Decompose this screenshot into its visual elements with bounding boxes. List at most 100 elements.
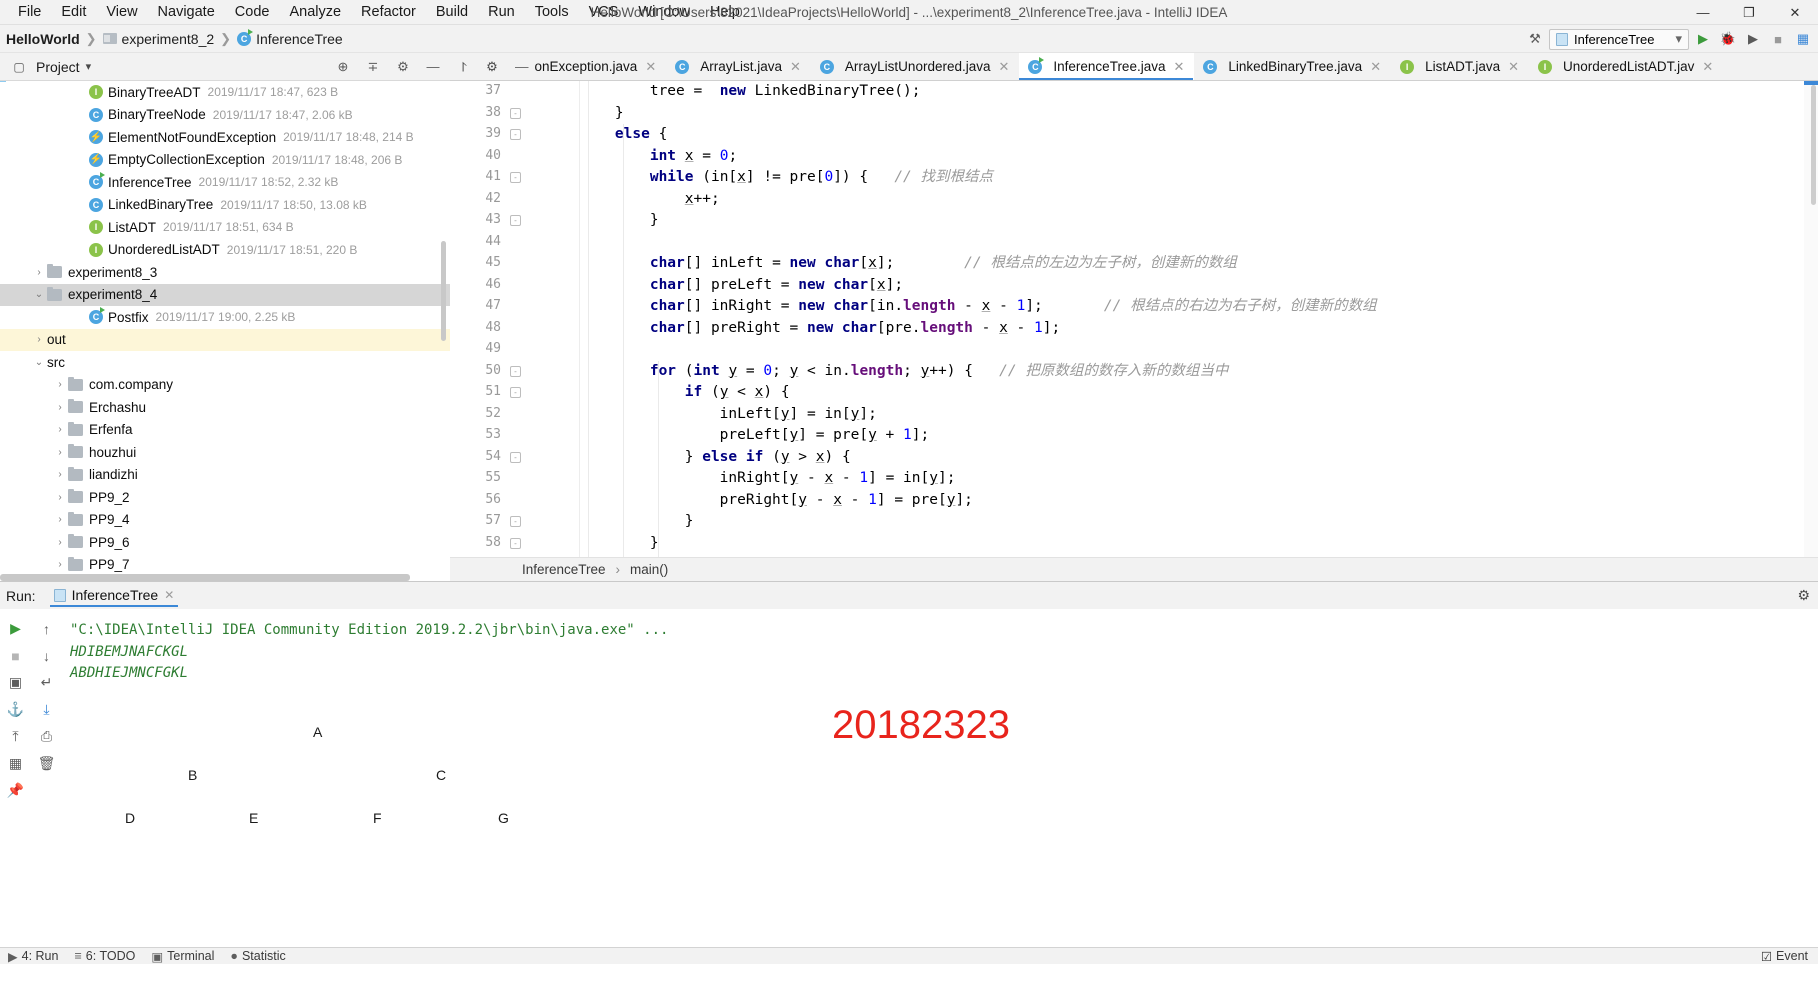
menu-item-help[interactable]: Help (700, 1, 750, 23)
menu-item-refactor[interactable]: Refactor (351, 1, 426, 23)
tree-row[interactable]: ⚡ EmptyCollectionException 2019/11/17 18:4… (0, 149, 450, 172)
tree-row[interactable]: › out (0, 328, 450, 351)
breadcrumb-class[interactable]: InferenceTree (522, 562, 606, 577)
fold-toggle-icon[interactable]: - (510, 172, 521, 183)
tree-row[interactable]: › PP9_7 (0, 554, 450, 577)
close-icon[interactable]: ✕ (1173, 59, 1184, 75)
tree-row[interactable]: I ListADT 2019/11/17 18:51, 634 B (0, 216, 450, 239)
pin-icon[interactable]: 📌 (0, 777, 31, 804)
status-bar-item[interactable]: ▶ 4: Run (8, 949, 58, 964)
tree-row[interactable]: ⌄ src (0, 351, 450, 374)
menu-item-build[interactable]: Build (426, 1, 478, 23)
menu-item-code[interactable]: Code (225, 1, 280, 23)
fold-toggle-icon[interactable]: - (510, 387, 521, 398)
project-panel-title[interactable]: Project (36, 59, 80, 75)
import-icon[interactable]: ⤒ (0, 723, 31, 750)
stop-icon[interactable]: ■ (1767, 28, 1789, 50)
tree-row[interactable]: › experiment8_3 (0, 261, 450, 284)
menu-item-tools[interactable]: Tools (525, 1, 579, 23)
tree-row[interactable]: › Erchashu (0, 396, 450, 419)
menu-item-analyze[interactable]: Analyze (279, 1, 351, 23)
locate-target-icon[interactable]: ⊕ (332, 56, 354, 78)
close-icon[interactable]: ✕ (1702, 59, 1713, 75)
scroll-up-icon[interactable]: ↑ (31, 615, 62, 642)
status-bar-item[interactable]: ● Statistic (230, 949, 285, 963)
tree-row[interactable]: › Erfenfa (0, 419, 450, 442)
chevron-right-icon[interactable]: › (52, 537, 68, 548)
tree-row[interactable]: C LinkedBinaryTree 2019/11/17 18:50, 13.08… (0, 194, 450, 217)
rerun-icon[interactable]: ▶ (0, 615, 31, 642)
chevron-right-icon[interactable]: › (52, 402, 68, 413)
minimize-button[interactable]: — (1680, 0, 1726, 25)
fold-toggle-icon[interactable]: - (510, 537, 521, 549)
run-tab-inferencetree[interactable]: InferenceTree ✕ (46, 584, 183, 607)
editor-gutter[interactable]: 37 38-39-40 41-42 43-44 45 46 47 48 49 50-51-52 53… (450, 81, 580, 557)
editor-tab[interactable]: I UnorderedListADT.jav ✕ (1529, 53, 1723, 80)
fold-toggle-icon[interactable]: - (510, 451, 521, 463)
tree-row[interactable]: I UnorderedListADT 2019/11/17 18:51, 220 B (0, 239, 450, 262)
close-icon[interactable]: ✕ (1508, 59, 1519, 75)
debug-icon[interactable]: 🐞 (1717, 28, 1739, 50)
gear-icon[interactable]: ⚙ (1797, 587, 1810, 604)
breadcrumb-folder[interactable]: experiment8_2 (102, 31, 214, 47)
close-icon[interactable]: ✕ (1370, 59, 1381, 75)
print-icon[interactable]: ⎙ (31, 723, 62, 750)
status-bar-item[interactable]: ≡ 6: TODO (74, 949, 135, 963)
tree-row[interactable]: › houzhui (0, 441, 450, 464)
menu-item-edit[interactable]: Edit (51, 1, 96, 23)
chevron-down-icon[interactable]: ⌄ (31, 289, 47, 300)
project-tree[interactable]: I BinaryTreeADT 2019/11/17 18:47, 623 B C Bi… (0, 81, 450, 581)
tree-horizontal-scrollbar[interactable] (0, 574, 410, 581)
menu-item-window[interactable]: Window (628, 1, 700, 23)
maximize-button[interactable]: ❐ (1726, 0, 1772, 25)
menu-item-navigate[interactable]: Navigate (148, 1, 225, 23)
editor-tab[interactable]: I ListADT.java ✕ (1391, 53, 1529, 80)
soft-wrap-icon[interactable]: ↵ (31, 669, 62, 696)
run-coverage-icon[interactable]: ▶ (1742, 28, 1764, 50)
close-icon[interactable]: ✕ (790, 59, 801, 75)
chevron-right-icon[interactable]: › (52, 559, 68, 570)
menu-item-run[interactable]: Run (478, 1, 525, 23)
build-hammer-icon[interactable]: ⚒ (1524, 28, 1546, 50)
fold-toggle-icon[interactable]: - (510, 107, 521, 119)
layout-icon[interactable]: ▦ (1792, 28, 1814, 50)
fold-toggle-icon[interactable]: - (510, 129, 521, 140)
tree-row[interactable]: ⚡ ElementNotFoundException 2019/11/17 18:4… (0, 126, 450, 149)
tree-row[interactable]: › PP9_4 (0, 509, 450, 532)
menu-item-vcs[interactable]: VCS (579, 1, 629, 23)
breadcrumb-project[interactable]: HelloWorld (6, 31, 80, 47)
tree-row[interactable]: ⌄ experiment8_4 (0, 283, 450, 306)
chevron-right-icon[interactable]: › (52, 447, 68, 458)
filter-icon[interactable]: ⚓ (0, 696, 31, 723)
chevron-right-icon[interactable]: › (52, 379, 68, 390)
code-editor[interactable]: 37 38-39-40 41-42 43-44 45 46 47 48 49 50-51-52 53… (450, 81, 1818, 557)
split-editor-icon[interactable]: ⨡ (450, 53, 478, 80)
run-configuration-selector[interactable]: InferenceTree ▾ (1549, 28, 1689, 50)
breadcrumb-file[interactable]: C InferenceTree (237, 28, 343, 47)
tree-vertical-scrollbar[interactable] (441, 241, 446, 341)
status-bar-item[interactable]: ☑ Event (1761, 949, 1808, 964)
tree-row[interactable]: › liandizhi (0, 464, 450, 487)
chevron-right-icon[interactable]: › (52, 424, 68, 435)
hide-panel-icon[interactable]: — (422, 56, 444, 78)
tree-row[interactable]: › PP9_6 (0, 531, 450, 554)
editor-vertical-scrollbar[interactable] (1811, 85, 1816, 205)
chevron-right-icon[interactable]: › (52, 514, 68, 525)
trash-icon[interactable]: 🗑 (31, 750, 62, 777)
menu-item-file[interactable]: File (8, 1, 51, 23)
tree-row[interactable]: C Postfix 2019/11/17 19:00, 2.25 kB (0, 306, 450, 329)
stop-icon[interactable]: ■ (0, 642, 31, 669)
chevron-right-icon[interactable]: › (31, 267, 47, 278)
breadcrumb-method[interactable]: main() (630, 562, 668, 577)
tree-row[interactable]: C BinaryTreeNode 2019/11/17 18:47, 2.06 kB (0, 104, 450, 127)
editor-tab[interactable]: C ArrayListUnordered.java ✕ (811, 53, 1019, 80)
tree-row[interactable]: I BinaryTreeADT 2019/11/17 18:47, 623 B (0, 81, 450, 104)
scroll-down-icon[interactable]: ↓ (31, 642, 62, 669)
menu-item-view[interactable]: View (96, 1, 147, 23)
gear-icon[interactable]: ⚙ (478, 53, 506, 80)
tree-row[interactable]: C InferenceTree 2019/11/17 18:52, 2.32 kB (0, 171, 450, 194)
project-chevron-icon[interactable]: ▾ (86, 60, 92, 73)
fold-toggle-icon[interactable]: - (510, 516, 521, 527)
tree-row[interactable]: › com.company (0, 374, 450, 397)
close-icon[interactable]: ✕ (999, 59, 1010, 75)
